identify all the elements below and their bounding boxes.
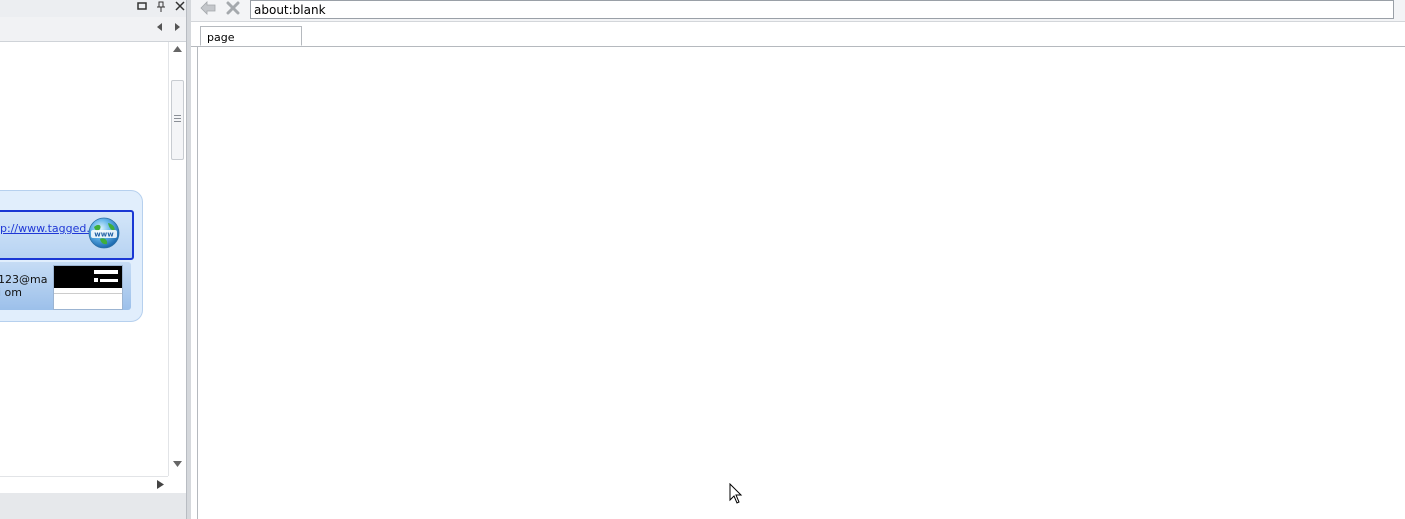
- panel-footer: [0, 493, 186, 519]
- browser-pane: page: [191, 0, 1405, 519]
- stop-icon[interactable]: [224, 1, 242, 19]
- scroll-right-arrow-icon[interactable]: [155, 480, 165, 490]
- page-content[interactable]: [197, 47, 1405, 519]
- svg-text:www: www: [94, 231, 114, 239]
- left-panel: p://www.tagged.c www 123@mai om: [0, 0, 186, 519]
- node-email-text: 123@mai om: [0, 273, 48, 299]
- browser-toolbar: [191, 0, 1405, 22]
- scroll-left-icon[interactable]: [155, 23, 165, 33]
- maximize-icon[interactable]: [135, 1, 149, 15]
- tab-strip: page: [191, 22, 1405, 47]
- horizontal-scrollbar[interactable]: [0, 476, 168, 493]
- pin-icon[interactable]: [154, 1, 168, 15]
- screenshot-thumbnail[interactable]: [53, 265, 123, 310]
- tab-page[interactable]: page: [200, 26, 302, 46]
- close-icon[interactable]: [173, 1, 186, 15]
- vertical-scrollbar[interactable]: [168, 42, 186, 476]
- panel-toolbar: [0, 17, 186, 42]
- scroll-down-icon[interactable]: [172, 460, 183, 470]
- back-arrow-icon[interactable]: [199, 1, 217, 19]
- node-link-item[interactable]: p://www.tagged.c www: [0, 210, 134, 260]
- scroll-up-icon[interactable]: [172, 45, 183, 55]
- mouse-cursor-icon: [729, 483, 743, 504]
- url-input[interactable]: [250, 0, 1394, 19]
- node-link-text[interactable]: p://www.tagged.c: [0, 222, 96, 235]
- www-globe-icon: www: [88, 217, 120, 249]
- node-email-item[interactable]: 123@mai om: [0, 262, 131, 310]
- scroll-thumb[interactable]: [171, 80, 184, 160]
- panel-titlebar: [0, 0, 186, 17]
- scroll-corner: [168, 476, 186, 493]
- scroll-right-icon[interactable]: [172, 23, 182, 33]
